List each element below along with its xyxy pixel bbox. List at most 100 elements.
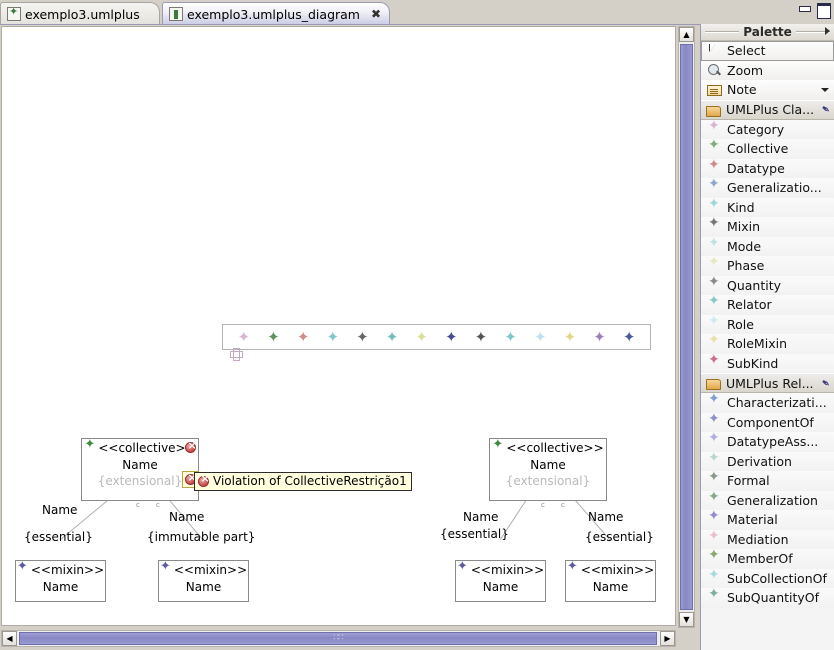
error-tooltip: Violation of CollectiveRestrição1 xyxy=(194,472,412,491)
palette-entry-quantity[interactable]: Quantity xyxy=(701,275,834,295)
palette-entry-memberof[interactable]: MemberOf xyxy=(701,548,834,569)
palette-tool-zoom[interactable]: Zoom xyxy=(701,60,834,80)
error-icon xyxy=(198,473,210,487)
scroll-left-button[interactable]: ◀ xyxy=(2,631,17,646)
class-mixin-left-2[interactable]: <<mixin>> Name xyxy=(158,560,249,602)
association-name-left-2[interactable]: Name xyxy=(169,510,204,524)
diamond-icon[interactable]: ✦ xyxy=(475,329,488,345)
diamond-icon[interactable]: ✦ xyxy=(356,329,369,345)
class-mixin-right-1[interactable]: <<mixin>> Name xyxy=(455,560,546,602)
umlplus-class-icon-strip[interactable]: ✦ ✦ ✦ ✦ ✦ ✦ ✦ ✦ ✦ ✦ ✦ ✦ ✦ ✦ xyxy=(222,324,651,350)
palette-entry-material[interactable]: Material xyxy=(701,509,834,530)
diamond-icon[interactable]: ✦ xyxy=(238,329,251,345)
palette-entry-label: Mediation xyxy=(727,531,789,547)
class-stereotype: <<mixin>> xyxy=(173,563,248,577)
palette-tool-select[interactable]: Select xyxy=(701,41,834,61)
diamond-icon xyxy=(707,392,722,410)
association-constraint-left-1[interactable]: {essential} xyxy=(24,530,93,544)
palette-entry-datatype[interactable]: Datatype xyxy=(701,158,834,178)
umlplus-diagram-icon xyxy=(169,7,183,21)
scroll-down-button[interactable]: ▼ xyxy=(679,612,694,627)
palette-entry-mixin[interactable]: Mixin xyxy=(701,216,834,237)
palette-entry-mediation[interactable]: Mediation xyxy=(701,529,834,549)
minimize-button[interactable] xyxy=(798,3,811,15)
palette-entry-collective[interactable]: Collective xyxy=(701,138,834,159)
class-collective-left[interactable]: <<collective>> Name {extensional} xyxy=(81,438,199,501)
palette-entry-characterizati[interactable]: Characterizati... xyxy=(701,392,834,413)
class-stereotype-row: <<collective>> xyxy=(490,438,606,456)
palette-entry-generalizatio[interactable]: Generalizatio... xyxy=(701,177,834,198)
class-mixin-left-1[interactable]: <<mixin>> Name xyxy=(15,560,106,602)
palette-entry-subcollectionof[interactable]: SubCollectionOf xyxy=(701,568,834,588)
class-stereotype-row: <<mixin>> xyxy=(159,560,248,578)
association-name-right-1[interactable]: Name xyxy=(463,510,498,524)
chevron-down-icon[interactable] xyxy=(821,88,829,92)
association-name-left-1[interactable]: Name xyxy=(42,503,77,517)
association-constraint-right-2[interactable]: {essential} xyxy=(585,530,654,544)
diamond-icon[interactable]: ✦ xyxy=(326,329,339,345)
pin-icon[interactable]: ✒ xyxy=(818,375,833,391)
diamond-icon[interactable]: ✦ xyxy=(593,329,606,345)
diamond-icon[interactable]: ✦ xyxy=(297,329,310,345)
palette-tool-note[interactable]: Note xyxy=(701,80,834,100)
tab-exemplo3-umlplus-diagram[interactable]: exemplo3.umlplus_diagram ✖ xyxy=(162,2,390,25)
palette-entry-role[interactable]: Role xyxy=(701,314,834,334)
error-icon[interactable] xyxy=(185,440,197,453)
palette-entry-datatypeass[interactable]: DatatypeAss... xyxy=(701,431,834,452)
association-constraint-left-2[interactable]: {immutable part} xyxy=(147,530,255,544)
palette-entry-label: SubKind xyxy=(727,355,779,371)
palette-entry-generalization[interactable]: Generalization xyxy=(701,490,834,510)
palette-entry-kind[interactable]: Kind xyxy=(701,197,834,217)
palette-entry-relator[interactable]: Relator xyxy=(701,294,834,315)
canvas-horizontal-scrollbar[interactable]: ◀ ∷∷ ▶ xyxy=(1,630,676,647)
diagram-canvas[interactable]: ✦ ✦ ✦ ✦ ✦ ✦ ✦ ✦ ✦ ✦ ✦ ✦ ✦ ✦ <<collective>> Name {exte… xyxy=(1,26,676,626)
class-name: Name xyxy=(482,580,519,594)
palette-header[interactable]: Palette xyxy=(701,24,834,41)
close-icon[interactable]: ✖ xyxy=(371,8,381,20)
association-constraint-right-1[interactable]: {essential} xyxy=(440,527,509,541)
diamond-icon[interactable]: ✦ xyxy=(267,329,280,345)
palette-entry-phase[interactable]: Phase xyxy=(701,255,834,276)
palette-entry-subkind[interactable]: SubKind xyxy=(701,353,834,373)
diamond-icon[interactable]: ✦ xyxy=(386,329,399,345)
tab-exemplo3-umlplus[interactable]: exemplo3.umlplus xyxy=(0,2,160,25)
pin-icon[interactable]: ✒ xyxy=(818,102,833,118)
scroll-up-button[interactable]: ▲ xyxy=(679,27,694,42)
association-name-right-2[interactable]: Name xyxy=(588,510,623,524)
vertical-scroll-thumb[interactable] xyxy=(680,44,693,610)
class-collective-right[interactable]: <<collective>> Name {extensional} xyxy=(489,438,607,501)
palette-entry-mode[interactable]: Mode xyxy=(701,236,834,256)
scroll-thumb-grip: ∷∷ xyxy=(333,633,344,643)
diamond-icon[interactable]: ✦ xyxy=(415,329,428,345)
diamond-icon[interactable]: ✦ xyxy=(623,329,636,345)
diamond-icon[interactable]: ✦ xyxy=(534,329,547,345)
scroll-right-button[interactable]: ▶ xyxy=(660,631,675,646)
horizontal-scroll-thumb[interactable]: ∷∷ xyxy=(19,632,657,645)
class-stereotype: <<mixin>> xyxy=(30,563,105,577)
diamond-icon[interactable]: ✦ xyxy=(504,329,517,345)
diamond-icon xyxy=(707,470,722,488)
diamond-icon xyxy=(707,353,722,371)
palette-entry-subquantityof[interactable]: SubQuantityOf xyxy=(701,587,834,608)
palette-drawer-header[interactable]: UMLPlus Rel... ✒ xyxy=(701,373,834,393)
palette-entry-componentof[interactable]: ComponentOf xyxy=(701,412,834,432)
diamond-icon[interactable]: ✦ xyxy=(445,329,458,345)
palette-drawer-header[interactable]: UMLPlus Cla... ✒ xyxy=(701,99,834,120)
diamond-icon[interactable]: ✦ xyxy=(564,329,577,345)
palette-entry-derivation[interactable]: Derivation xyxy=(701,451,834,471)
palette-entry-category[interactable]: Category xyxy=(701,119,834,139)
palette-entry-rolemixin[interactable]: RoleMixin xyxy=(701,333,834,354)
class-mixin-right-2[interactable]: <<mixin>> Name xyxy=(565,560,656,602)
collapse-palette-icon[interactable] xyxy=(825,27,830,35)
diamond-icon xyxy=(707,294,722,312)
palette-entry-label: SubCollectionOf xyxy=(727,570,827,586)
diamond-icon xyxy=(707,412,722,430)
editor-tab-bar: exemplo3.umlplus exemplo3.umlplus_diagra… xyxy=(0,0,834,25)
maximize-button[interactable] xyxy=(817,3,831,19)
palette-entry-formal[interactable]: Formal xyxy=(701,470,834,491)
drag-handle-icon[interactable] xyxy=(230,348,243,361)
canvas-vertical-scrollbar[interactable]: ▲ ▼ xyxy=(678,26,695,628)
palette-entry-label: Characterizati... xyxy=(727,395,827,411)
palette-entry-label: Collective xyxy=(727,141,789,157)
tab-label: exemplo3.umlplus_diagram xyxy=(187,6,360,22)
